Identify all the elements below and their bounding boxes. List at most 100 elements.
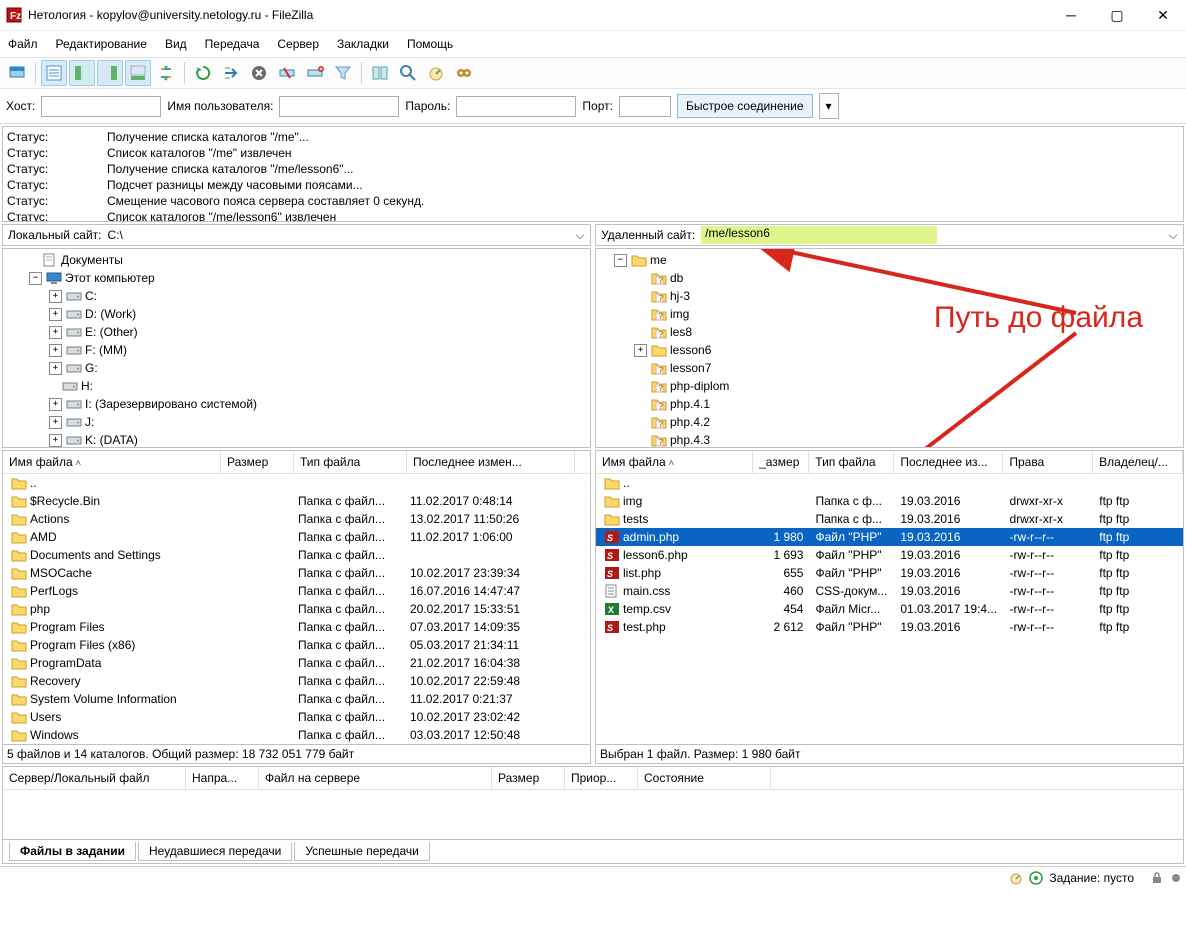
toggle-queue-icon[interactable] <box>125 60 151 86</box>
tree-node[interactable]: −Этот компьютер <box>5 269 588 287</box>
menu-Закладки[interactable]: Закладки <box>337 37 389 51</box>
quickconnect-dropdown[interactable]: ▾ <box>819 93 839 119</box>
search-icon[interactable] <box>395 60 421 86</box>
file-row[interactable]: Slist.php655Файл "PHP"19.03.2016-rw-r--r… <box>596 564 1183 582</box>
file-row[interactable]: System Volume InformationПапка с файл...… <box>3 690 590 708</box>
queue-column-header[interactable]: Приор... <box>565 767 638 789</box>
quickconnect-button[interactable]: Быстрое соединение <box>677 94 813 118</box>
file-row[interactable]: ProgramDataПапка с файл...21.02.2017 16:… <box>3 654 590 672</box>
tree-node[interactable]: +E: (Other) <box>5 323 588 341</box>
file-row[interactable]: main.css460CSS-докум...19.03.2016-rw-r--… <box>596 582 1183 600</box>
tree-node[interactable]: +D: (Work) <box>5 305 588 323</box>
tree-node[interactable]: +K: (DATA) <box>5 431 588 448</box>
toggle-remotetree-icon[interactable] <box>97 60 123 86</box>
column-header[interactable]: Права <box>1003 451 1093 473</box>
file-row[interactable]: Program Files (x86)Папка с файл...05.03.… <box>3 636 590 654</box>
user-input[interactable] <box>279 96 399 117</box>
column-header[interactable]: Имя файла <box>3 451 221 473</box>
column-header[interactable]: Тип файла <box>809 451 894 473</box>
file-row[interactable]: Slesson6.php1 693Файл "PHP"19.03.2016-rw… <box>596 546 1183 564</box>
local-filelist[interactable]: Имя файлаРазмерТип файлаПоследнее измен.… <box>2 450 591 745</box>
remote-path-dropdown[interactable]: ⌵ <box>1164 228 1182 243</box>
tree-node[interactable]: H: <box>5 377 588 395</box>
tree-node[interactable]: Документы <box>5 251 588 269</box>
queue-column-header[interactable]: Размер <box>492 767 565 789</box>
port-input[interactable] <box>619 96 671 117</box>
file-row[interactable]: Stest.php2 612Файл "PHP"19.03.2016-rw-r-… <box>596 618 1183 636</box>
tree-node[interactable]: +lesson6 <box>598 341 1181 359</box>
remote-path-input[interactable]: /me/lesson6 <box>701 226 936 244</box>
column-header[interactable]: Последнее из... <box>894 451 1003 473</box>
column-header[interactable]: Имя файла <box>596 451 753 473</box>
remote-filelist[interactable]: Имя файла_азмерТип файлаПоследнее из...П… <box>595 450 1184 745</box>
speedlimit-icon[interactable] <box>423 60 449 86</box>
file-row[interactable]: Xtemp.csv454Файл Micr...01.03.2017 19:4.… <box>596 600 1183 618</box>
column-header[interactable]: _азмер <box>753 451 809 473</box>
menu-Передача[interactable]: Передача <box>205 37 260 51</box>
filter-icon[interactable] <box>330 60 356 86</box>
file-row[interactable]: PerfLogsПапка с файл...16.07.2016 14:47:… <box>3 582 590 600</box>
disconnect-icon[interactable] <box>274 60 300 86</box>
pass-input[interactable] <box>456 96 576 117</box>
file-row[interactable]: .. <box>3 474 590 492</box>
host-input[interactable] <box>41 96 161 117</box>
column-header[interactable]: Тип файла <box>294 451 407 473</box>
minimize-button[interactable]: ─ <box>1048 0 1094 30</box>
local-path-dropdown[interactable]: ⌵ <box>571 228 589 243</box>
maximize-button[interactable]: ▢ <box>1094 0 1140 30</box>
file-row[interactable]: AMDПапка с файл...11.02.2017 1:06:00 <box>3 528 590 546</box>
menu-Вид[interactable]: Вид <box>165 37 187 51</box>
queue-column-header[interactable]: Состояние <box>638 767 771 789</box>
file-row[interactable]: Documents and SettingsПапка с файл... <box>3 546 590 564</box>
queue-column-header[interactable]: Сервер/Локальный файл <box>3 767 186 789</box>
local-tree[interactable]: Документы−Этот компьютер+C:+D: (Work)+E:… <box>2 248 591 448</box>
speedlimit-status-icon[interactable] <box>1009 871 1023 885</box>
queue-column-header[interactable]: Напра... <box>186 767 259 789</box>
column-header[interactable]: Размер <box>221 451 294 473</box>
file-row[interactable]: ActionsПапка с файл...13.02.2017 11:50:2… <box>3 510 590 528</box>
queue-column-header[interactable]: Файл на сервере <box>259 767 492 789</box>
file-row[interactable]: WindowsПапка с файл...03.03.2017 12:50:4… <box>3 726 590 744</box>
sitemanager-icon[interactable] <box>4 60 30 86</box>
compare-icon[interactable] <box>367 60 393 86</box>
file-row[interactable]: RecoveryПапка с файл...10.02.2017 22:59:… <box>3 672 590 690</box>
queue-tab[interactable]: Файлы в задании <box>9 842 136 861</box>
toggle-localtree-icon[interactable] <box>69 60 95 86</box>
tree-node[interactable]: ?php.4.1 <box>598 395 1181 413</box>
file-row[interactable]: UsersПапка с файл...10.02.2017 23:02:42 <box>3 708 590 726</box>
menu-Файл[interactable]: Файл <box>8 37 38 51</box>
refresh-icon[interactable] <box>190 60 216 86</box>
column-header[interactable]: Владелец/... <box>1093 451 1183 473</box>
file-row[interactable]: Sadmin.php1 980Файл "PHP"19.03.2016-rw-r… <box>596 528 1183 546</box>
tree-node[interactable]: ?hj-3 <box>598 287 1181 305</box>
tree-node[interactable]: +G: <box>5 359 588 377</box>
reconnect-icon[interactable] <box>302 60 328 86</box>
file-row[interactable]: .. <box>596 474 1183 492</box>
file-row[interactable]: $Recycle.BinПапка с файл...11.02.2017 0:… <box>3 492 590 510</box>
queue-tab[interactable]: Успешные передачи <box>294 842 430 861</box>
tree-node[interactable]: +I: (Зарезервировано системой) <box>5 395 588 413</box>
tree-node[interactable]: +C: <box>5 287 588 305</box>
tree-node[interactable]: ?les8 <box>598 323 1181 341</box>
bookmarks-icon[interactable] <box>451 60 477 86</box>
tree-node[interactable]: ?lesson7 <box>598 359 1181 377</box>
tree-node[interactable]: −me <box>598 251 1181 269</box>
menu-Редактирование[interactable]: Редактирование <box>56 37 147 51</box>
tree-node[interactable]: ?db <box>598 269 1181 287</box>
tree-node[interactable]: +J: <box>5 413 588 431</box>
menu-Помощь[interactable]: Помощь <box>407 37 453 51</box>
transfer-queue[interactable]: Сервер/Локальный файлНапра...Файл на сер… <box>2 766 1184 864</box>
tree-node[interactable]: ?php-diplom <box>598 377 1181 395</box>
local-path-input[interactable] <box>106 226 572 244</box>
column-header[interactable]: Последнее измен... <box>407 451 575 473</box>
file-row[interactable]: imgПапка с ф...19.03.2016drwxr-xr-xftp f… <box>596 492 1183 510</box>
message-log[interactable]: Статус:Получение списка каталогов "/me".… <box>2 126 1184 222</box>
file-row[interactable]: MSOCacheПапка с файл...10.02.2017 23:39:… <box>3 564 590 582</box>
close-button[interactable]: ✕ <box>1140 0 1186 30</box>
process-queue-icon[interactable] <box>218 60 244 86</box>
file-row[interactable]: phpПапка с файл...20.02.2017 15:33:51 <box>3 600 590 618</box>
menu-Сервер[interactable]: Сервер <box>277 37 319 51</box>
file-row[interactable]: Program FilesПапка с файл...07.03.2017 1… <box>3 618 590 636</box>
queue-tab[interactable]: Неудавшиеся передачи <box>138 842 292 861</box>
file-row[interactable]: testsПапка с ф...19.03.2016drwxr-xr-xftp… <box>596 510 1183 528</box>
